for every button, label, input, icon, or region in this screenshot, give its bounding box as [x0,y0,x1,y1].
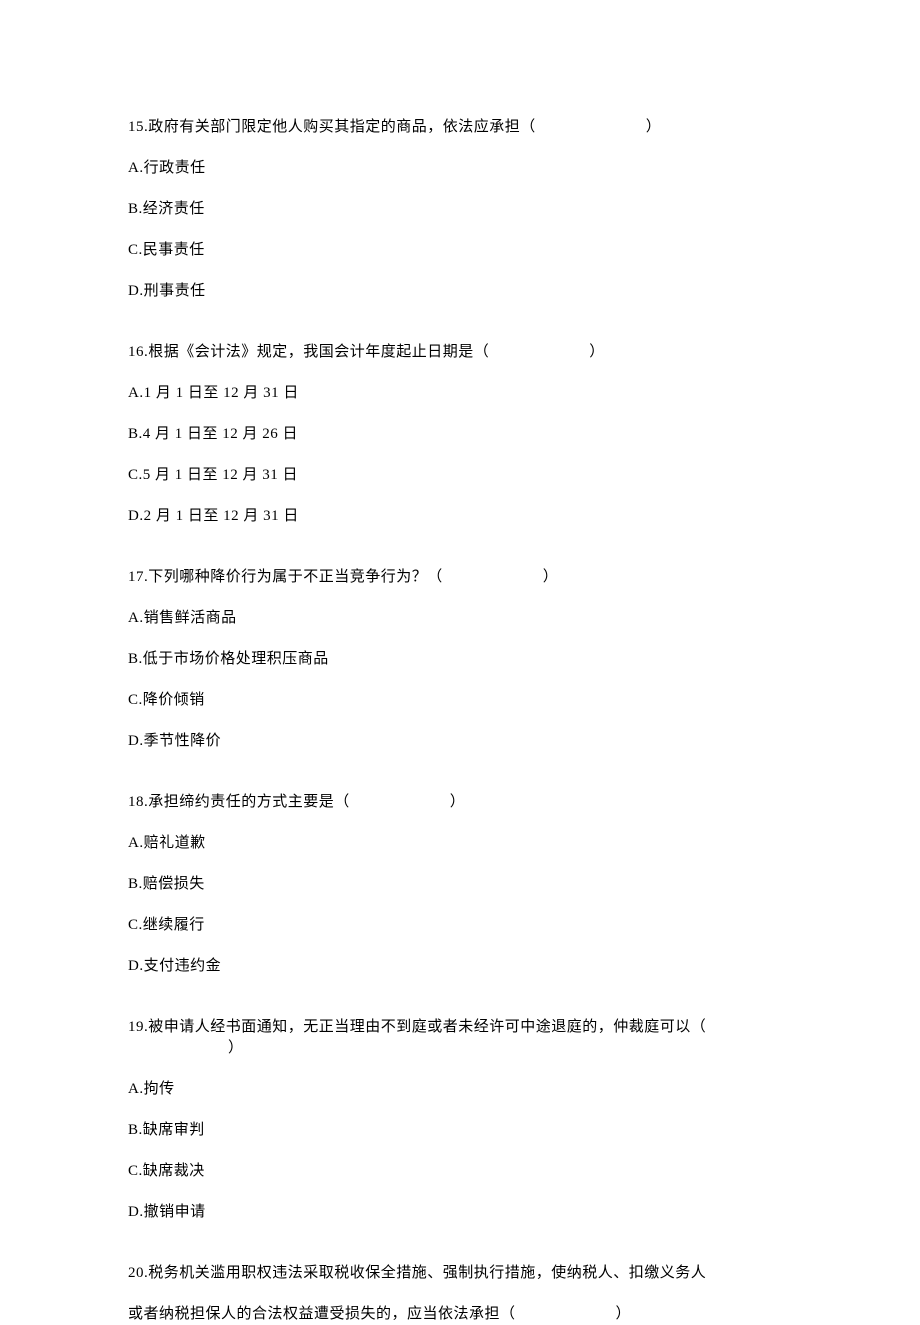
option-c: C.继续履行 [128,915,792,936]
stem-text-post: ） [589,344,605,360]
question-18: 18.承担缔约责任的方式主要是（ ） A.赔礼道歉 B.赔偿损失 C.继续履行 D… [128,792,792,977]
option-c: C.民事责任 [128,240,792,261]
question-20: 20.税务机关滥用职权违法采取税收保全措施、强制执行措施，使纳税人、扣缴义务人 … [128,1263,792,1325]
option-c: C.降价倾销 [128,690,792,711]
option-d: D.刑事责任 [128,281,792,302]
stem-text-pre: 或者纳税担保人的合法权益遭受损失的，应当依法承担（ [128,1306,516,1322]
question-19: 19.被申请人经书面通知，无正当理由不到庭或者未经许可中途退庭的，仲裁庭可以（ ）… [128,1017,792,1223]
option-a: A.1 月 1 日至 12 月 31 日 [128,383,792,404]
stem-text-post: ） [616,1306,632,1322]
stem-text-pre: 19.被申请人经书面通知，无正当理由不到庭或者未经许可中途退庭的，仲裁庭可以（ [128,1019,706,1035]
question-stem: 17.下列哪种降价行为属于不正当竞争行为？（ ） [128,567,792,588]
option-b: B.低于市场价格处理积压商品 [128,649,792,670]
stem-text-post: ） [543,569,559,585]
stem-text-pre: 18.承担缔约责任的方式主要是（ [128,794,350,810]
option-b: B.缺席审判 [128,1120,792,1141]
option-a: A.行政责任 [128,158,792,179]
question-stem: 16.根据《会计法》规定，我国会计年度起止日期是（ ） [128,342,792,363]
stem-text-post: ） [228,1040,244,1056]
question-15: 15.政府有关部门限定他人购买其指定的商品，依法应承担（ ） A.行政责任 B.经… [128,117,792,302]
option-d: D.季节性降价 [128,731,792,752]
stem-text-pre: 16.根据《会计法》规定，我国会计年度起止日期是（ [128,344,489,360]
option-a: A.拘传 [128,1079,792,1100]
question-17: 17.下列哪种降价行为属于不正当竞争行为？（ ） A.销售鲜活商品 B.低于市场价… [128,567,792,752]
option-c: C.缺席裁决 [128,1161,792,1182]
question-stem-line1: 20.税务机关滥用职权违法采取税收保全措施、强制执行措施，使纳税人、扣缴义务人 [128,1263,792,1284]
stem-text-pre: 17.下列哪种降价行为属于不正当竞争行为？（ [128,569,443,585]
question-stem: 19.被申请人经书面通知，无正当理由不到庭或者未经许可中途退庭的，仲裁庭可以（ ） [128,1017,792,1059]
option-a: A.赔礼道歉 [128,833,792,854]
option-d: D.支付违约金 [128,956,792,977]
option-c: C.5 月 1 日至 12 月 31 日 [128,465,792,486]
stem-text-post: ） [450,794,466,810]
stem-text-pre: 15.政府有关部门限定他人购买其指定的商品，依法应承担（ [128,119,536,135]
option-b: B.4 月 1 日至 12 月 26 日 [128,424,792,445]
question-16: 16.根据《会计法》规定，我国会计年度起止日期是（ ） A.1 月 1 日至 12… [128,342,792,527]
option-d: D.2 月 1 日至 12 月 31 日 [128,506,792,527]
question-stem: 18.承担缔约责任的方式主要是（ ） [128,792,792,813]
option-d: D.撤销申请 [128,1202,792,1223]
option-b: B.赔偿损失 [128,874,792,895]
question-stem: 15.政府有关部门限定他人购买其指定的商品，依法应承担（ ） [128,117,792,138]
stem-text-post: ） [646,119,662,135]
question-stem-line2: 或者纳税担保人的合法权益遭受损失的，应当依法承担（ ） [128,1304,792,1325]
option-a: A.销售鲜活商品 [128,608,792,629]
option-b: B.经济责任 [128,199,792,220]
